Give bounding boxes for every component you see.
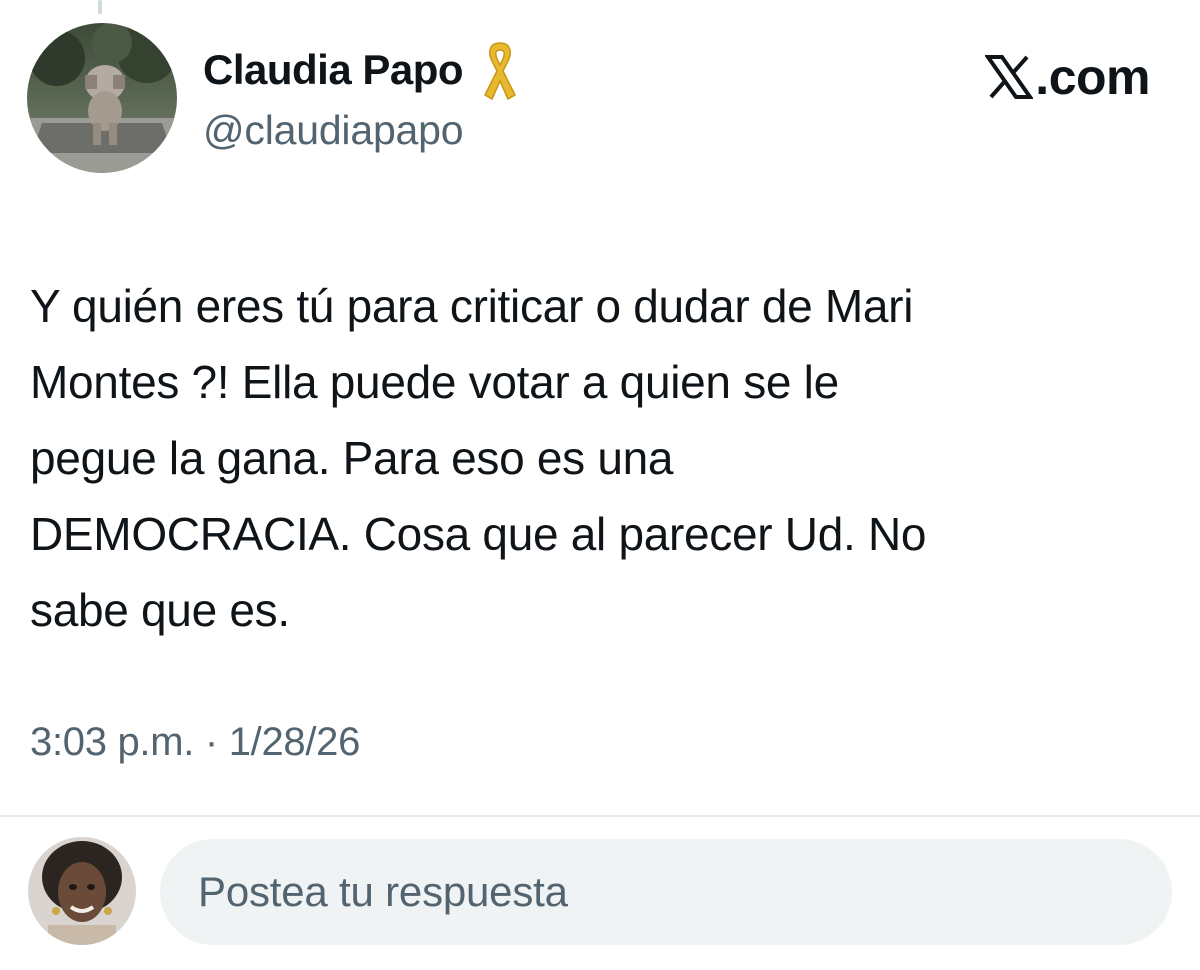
current-user-avatar[interactable] xyxy=(28,837,136,945)
tweet-card[interactable]: Claudia Papo @claudiapapo .com Y quién e… xyxy=(0,0,1200,815)
yellow-ribbon-icon xyxy=(484,42,517,101)
reply-composer: Postea tu respuesta xyxy=(0,817,1200,970)
reply-input[interactable]: Postea tu respuesta xyxy=(160,839,1172,945)
tweet-timestamp[interactable]: 3:03 p.m. · 1/28/26 xyxy=(30,720,360,765)
brand-domain-text: .com xyxy=(1035,49,1150,105)
reply-placeholder: Postea tu respuesta xyxy=(198,868,568,915)
author-handle[interactable]: @claudiapapo xyxy=(203,107,464,154)
x-logo-icon xyxy=(985,55,1034,99)
author-avatar[interactable] xyxy=(27,23,177,173)
tweet-body-text: Y quién eres tú para criticar o dudar de… xyxy=(30,280,927,636)
brand-watermark: .com xyxy=(985,42,1150,112)
author-display-name[interactable]: Claudia Papo xyxy=(203,46,464,94)
author-name-row: Claudia Papo xyxy=(203,40,523,101)
